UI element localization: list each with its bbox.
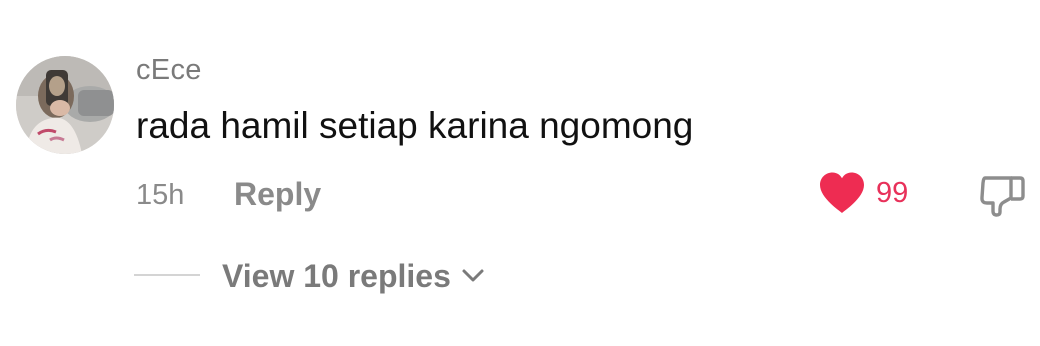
reply-button[interactable]: Reply (234, 175, 321, 213)
view-replies-label: View 10 replies (222, 258, 451, 294)
avatar[interactable] (16, 56, 114, 154)
replies-divider (134, 274, 200, 276)
like-count: 99 (876, 177, 909, 209)
heart-icon (820, 172, 864, 213)
thumbs-down-icon (980, 176, 1025, 217)
comment-text: rada hamil setiap karina ngomong (136, 105, 694, 146)
comment-item: cEce rada hamil setiap karina ngomong 15… (0, 0, 1040, 346)
chevron-down-icon (462, 269, 484, 282)
dislike-button[interactable] (978, 172, 1026, 218)
like-button[interactable]: 99 (818, 170, 908, 216)
username[interactable]: cEce (136, 52, 202, 88)
comment-timestamp: 15h (136, 179, 185, 211)
view-replies-button[interactable]: View 10 replies (222, 256, 485, 296)
